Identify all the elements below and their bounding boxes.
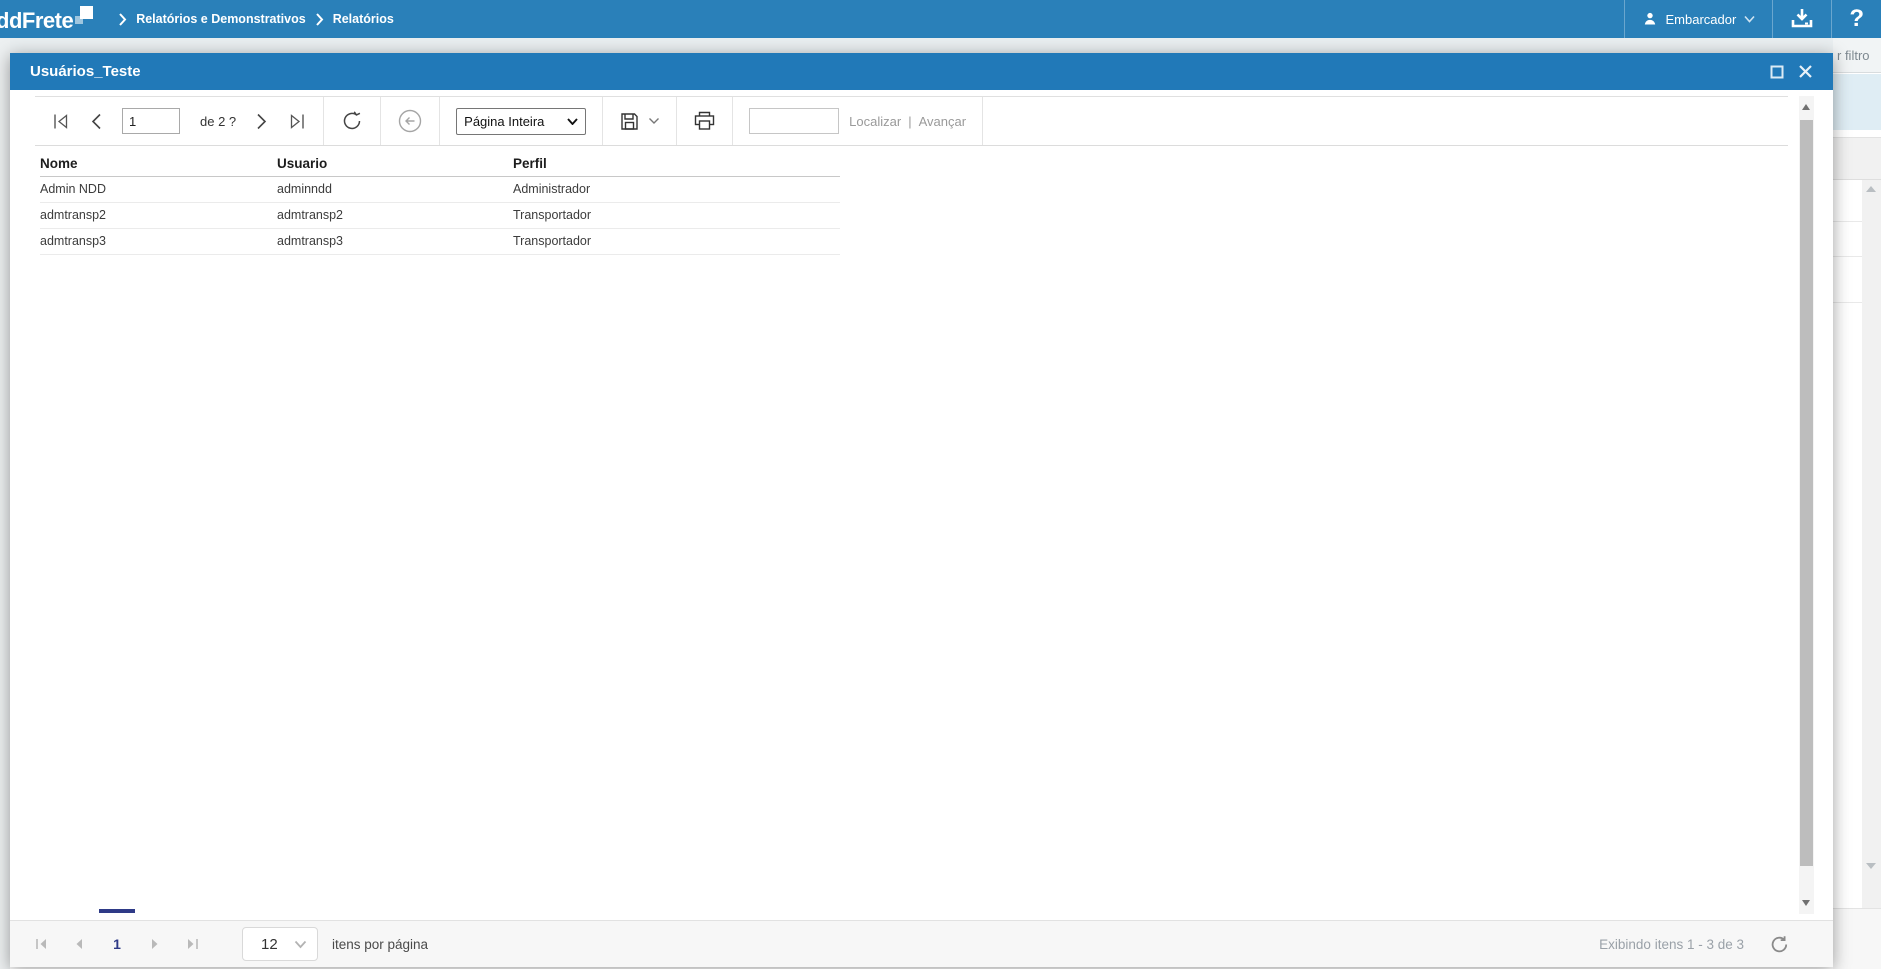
window-title: Usuários_Teste: [30, 63, 141, 80]
chevron-down-icon: [1744, 15, 1755, 23]
chevron-down-icon: [567, 117, 578, 125]
save-icon: [619, 111, 640, 132]
window-titlebar[interactable]: Usuários_Teste: [10, 53, 1833, 90]
toolbar-search-group: Localizar | Avançar: [733, 97, 984, 145]
pager-next-button[interactable]: [136, 921, 174, 967]
toolbar-paging-group: de 2 ?: [35, 97, 325, 145]
report-toolbar: de 2 ?: [35, 96, 1788, 146]
column-header-usuario: Usuario: [277, 156, 328, 171]
current-page-number: 1: [113, 936, 121, 952]
cell-usuario: admtransp2: [277, 208, 344, 222]
chevron-down-icon: [294, 940, 307, 949]
chevron-down-icon: [648, 117, 660, 125]
previous-page-button[interactable]: [90, 113, 102, 130]
next-page-button[interactable]: [256, 113, 268, 130]
column-header-perfil: Perfil: [513, 156, 547, 171]
scroll-down-icon[interactable]: [1802, 900, 1810, 906]
items-per-page-label: itens por página: [332, 936, 429, 952]
print-button[interactable]: [693, 110, 716, 132]
maximize-button[interactable]: [1770, 65, 1784, 79]
toolbar-zoom-group: Página Inteira: [440, 97, 604, 145]
zoom-mode-select[interactable]: Página Inteira: [456, 107, 587, 135]
back-to-parent-button[interactable]: [397, 108, 423, 134]
background-footer-strip: [1833, 908, 1881, 969]
table-row: admtransp2 admtransp2 Transportador: [40, 203, 840, 229]
pager-bar: 1 12 itens por página Exibindo itens 1 -…: [10, 920, 1833, 967]
table-header-row: Nome Usuario Perfil: [40, 153, 840, 177]
background-left-edge: [0, 38, 10, 969]
column-header-nome: Nome: [40, 156, 78, 171]
pager-page-1-button[interactable]: 1: [98, 921, 136, 967]
report-content-area: de 2 ?: [10, 90, 1833, 920]
scroll-down-icon[interactable]: [1866, 863, 1876, 869]
pager-controls: 1: [22, 921, 212, 967]
background-filter-panel: [1833, 74, 1881, 130]
pager-refresh-button[interactable]: [1770, 935, 1789, 954]
first-page-button[interactable]: [51, 113, 70, 130]
pager-previous-button[interactable]: [60, 921, 98, 967]
background-right-edge: r filtro: [1833, 38, 1881, 969]
cell-perfil: Transportador: [513, 208, 592, 222]
user-icon: [1642, 11, 1658, 27]
find-button[interactable]: Localizar: [849, 114, 901, 129]
breadcrumb: Relatórios e Demonstrativos Relatórios: [109, 12, 394, 26]
logo-squares-icon: [75, 4, 95, 28]
page-number-input[interactable]: [122, 108, 180, 134]
search-input[interactable]: [749, 108, 840, 134]
help-icon: ?: [1849, 5, 1864, 32]
toolbar-refresh-group: [324, 97, 382, 145]
report-viewer-window: Usuários_Teste 1 de 2 ? Página Inteira L…: [10, 53, 1833, 967]
cell-nome: Admin NDD: [40, 182, 106, 196]
cell-nome: admtransp3: [40, 234, 107, 248]
download-button[interactable]: [1772, 0, 1831, 38]
background-grid-header: [1833, 137, 1881, 180]
download-icon: [1790, 8, 1814, 30]
toolbar-export-group: [603, 97, 678, 145]
chevron-right-icon: [118, 12, 127, 26]
report-scrollbar[interactable]: [1799, 96, 1814, 914]
help-button[interactable]: ?: [1831, 0, 1881, 38]
pager-status-text: Exibindo itens 1 - 3 de 3: [1599, 936, 1744, 952]
background-scrollbar-track[interactable]: [1862, 180, 1881, 912]
refresh-report-button[interactable]: [340, 109, 364, 133]
page-total-label: de 2 ?: [200, 113, 237, 129]
page-size-select[interactable]: 12: [242, 927, 318, 961]
close-button[interactable]: [1798, 64, 1813, 79]
chevron-right-icon: [315, 12, 324, 26]
last-page-button[interactable]: [288, 113, 307, 130]
cell-usuario: adminndd: [277, 182, 332, 196]
cell-perfil: Administrador: [513, 182, 591, 196]
scroll-up-icon[interactable]: [1802, 104, 1810, 110]
background-grid-rows: [1833, 180, 1862, 912]
cell-perfil: Transportador: [513, 234, 592, 248]
cell-nome: admtransp2: [40, 208, 107, 222]
toolbar-back-group: [381, 97, 441, 145]
breadcrumb-item-current[interactable]: Relatórios: [333, 12, 394, 26]
pager-first-button[interactable]: [22, 921, 60, 967]
app-logo-text: ddFrete: [0, 8, 74, 33]
report-table: Nome Usuario Perfil Admin NDD adminndd A…: [40, 153, 840, 255]
user-menu[interactable]: Embarcador: [1623, 0, 1773, 38]
scroll-up-icon[interactable]: [1866, 186, 1876, 192]
table-row: admtransp3 admtransp3 Transportador: [40, 229, 840, 255]
find-separator: |: [908, 113, 912, 129]
table-row: Admin NDD adminndd Administrador: [40, 177, 840, 203]
scrollbar-thumb[interactable]: [1800, 120, 1813, 866]
export-button[interactable]: [619, 111, 660, 132]
top-application-bar: ddFrete Relatórios e Demonstrativos Rela…: [0, 0, 1881, 38]
find-next-button[interactable]: Avançar: [919, 114, 966, 129]
app-logo[interactable]: ddFrete: [0, 4, 95, 34]
background-filter-label: r filtro: [1833, 38, 1881, 73]
toolbar-print-group: [677, 97, 734, 145]
cell-usuario: admtransp3: [277, 234, 344, 248]
breadcrumb-item[interactable]: Relatórios e Demonstrativos: [136, 12, 306, 26]
user-menu-label: Embarcador: [1665, 11, 1737, 27]
pager-last-button[interactable]: [174, 921, 212, 967]
page-size-value: 12: [261, 935, 278, 953]
zoom-mode-value: Página Inteira: [464, 113, 545, 129]
